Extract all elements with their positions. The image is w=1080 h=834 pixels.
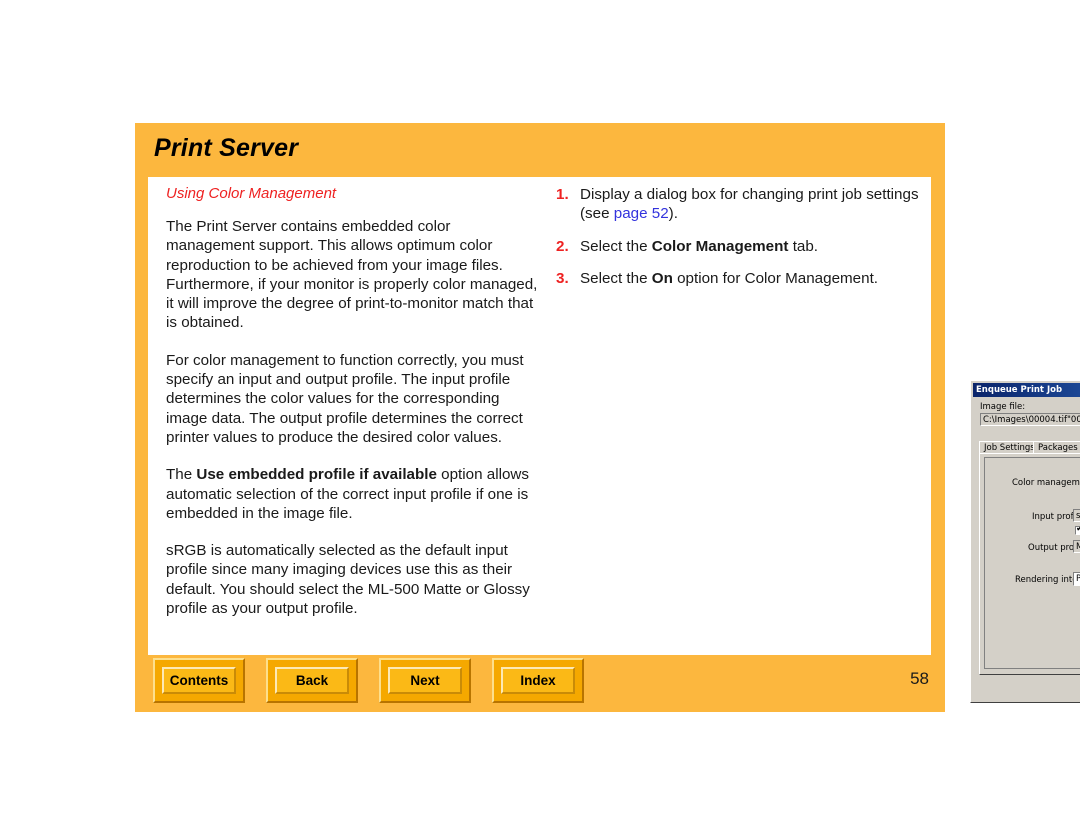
left-column: Using Color Management The Print Server …: [166, 185, 538, 636]
body-paragraph: The Use embedded profile if available op…: [166, 465, 538, 523]
use-embedded-profile-checkbox[interactable]: [1075, 524, 1080, 535]
nav-button-back[interactable]: Back: [266, 658, 358, 703]
page-number: 58: [910, 669, 929, 688]
dialog-title: Enqueue Print Job: [976, 385, 1063, 395]
body-paragraph: The Print Server contains embedded color…: [166, 217, 538, 333]
nav-button-back-label: Back: [275, 667, 349, 694]
body-text: The Print Server contains embedded color…: [166, 218, 538, 332]
rendering-intent-value: Perceptual (for photos): [1076, 574, 1080, 584]
page-cross-reference[interactable]: page 52: [614, 205, 669, 222]
section-heading: Using Color Management: [166, 185, 337, 202]
body-text: Select the: [580, 269, 652, 287]
numbered-step: 1. Display a dialog box for changing prin…: [556, 185, 920, 224]
settings-group-box: [984, 457, 1080, 669]
tab-strip: Job Settings Packages and Layouts Color …: [979, 439, 1080, 454]
tab-packages-and-layouts-label: Packages and Layouts: [1038, 443, 1080, 453]
numbered-step: 3. Select the On option for Color Managem…: [556, 269, 920, 288]
emphasis-text: Color Management: [651, 237, 789, 255]
step-number: 2.: [556, 237, 569, 255]
body-paragraph: For color management to function correct…: [166, 351, 538, 447]
nav-button-contents[interactable]: Contents: [153, 658, 245, 703]
nav-button-index[interactable]: Index: [492, 658, 584, 703]
body-text: For color management to function correct…: [166, 351, 524, 446]
dialog-titlebar: Enqueue Print Job ×: [973, 383, 1080, 397]
body-text: option for Color Management.: [672, 269, 879, 287]
body-text: ).: [668, 205, 678, 223]
numbered-step: 2. Select the Color Management tab.: [556, 237, 920, 256]
numbered-step-list: 1. Display a dialog box for changing prin…: [556, 185, 920, 288]
image-file-label: Image file:: [980, 402, 1026, 412]
page-title: Print Server: [154, 134, 299, 162]
input-profile-field[interactable]: sRGB Color Space Profile: [1073, 509, 1080, 522]
body-paragraph: sRGB is automatically selected as the de…: [166, 541, 538, 618]
body-text: Select the: [580, 237, 652, 255]
image-file-field[interactable]: C:\Images\00004.tif"00004.jpg"00003.tif: [980, 413, 1080, 426]
manual-frame: Print Server Using Color Management The …: [135, 123, 1080, 712]
body-text: tab.: [788, 237, 819, 255]
emphasis-text: Use embedded profile if available: [196, 466, 437, 484]
title-band: Print Server: [135, 123, 945, 177]
step-number: 3.: [556, 269, 569, 287]
step-number: 1.: [556, 186, 569, 203]
navigation-bar: Contents Back Next Index: [135, 658, 945, 712]
nav-button-index-label: Index: [501, 667, 575, 694]
tab-job-settings-label: Job Settings: [984, 443, 1035, 453]
emphasis-text: On: [651, 269, 673, 287]
color-management-label: Color management:: [1012, 478, 1080, 488]
body-text: The: [166, 466, 197, 484]
color-management-tab-panel: Color management: On Off Input profile: …: [979, 453, 1080, 675]
output-profile-field[interactable]: ML500 3Color Photo Gloss: [1073, 540, 1080, 553]
nav-button-next[interactable]: Next: [379, 658, 471, 703]
enqueue-print-job-dialog: Enqueue Print Job × Image file: C:\Image…: [970, 380, 1080, 703]
rendering-intent-select[interactable]: Perceptual (for photos): [1073, 572, 1080, 586]
nav-button-contents-label: Contents: [162, 667, 236, 694]
right-column: 1. Display a dialog box for changing prin…: [556, 185, 1080, 703]
nav-button-next-label: Next: [388, 667, 462, 694]
rendering-intent-label: Rendering intent:: [1015, 575, 1080, 585]
manual-page: Print Server Using Color Management The …: [0, 0, 1080, 834]
body-text: sRGB is automatically selected as the de…: [166, 542, 530, 618]
left-paragraph-list: The Print Server contains embedded color…: [166, 217, 538, 618]
content-panel: Using Color Management The Print Server …: [148, 177, 1080, 703]
